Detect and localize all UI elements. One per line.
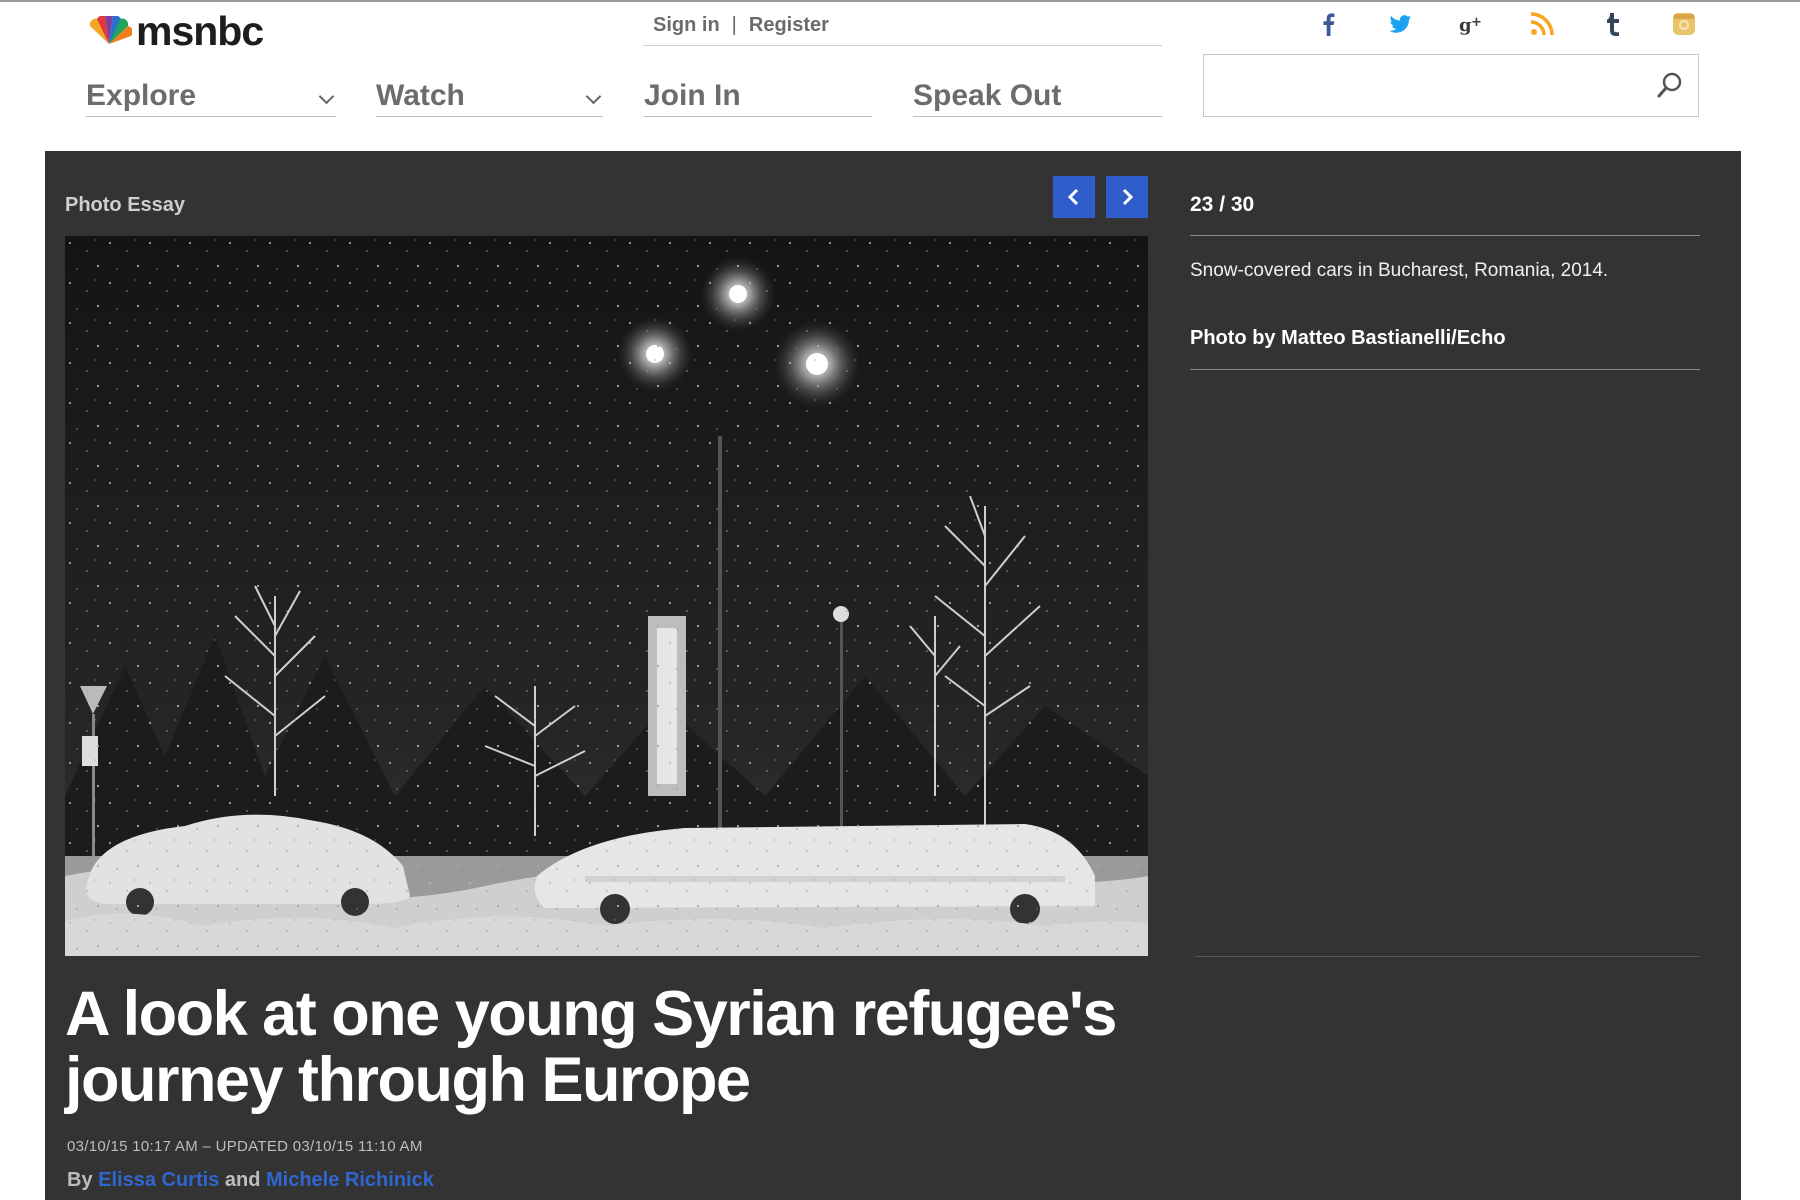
register-link[interactable]: Register bbox=[749, 14, 829, 37]
nav-watch-label: Watch bbox=[376, 79, 465, 112]
author-link[interactable]: Michele Richinick bbox=[266, 1169, 434, 1191]
nav-explore-label: Explore bbox=[86, 79, 197, 112]
photo-gallery-panel: Photo Essay 23 / 30 Snow-covered cars in… bbox=[45, 151, 1741, 1200]
sign-in-link[interactable]: Sign in bbox=[653, 14, 720, 37]
article-dateline: 03/10/15 10:17 AM – UPDATED 03/10/15 11:… bbox=[67, 1138, 423, 1155]
tumblr-icon[interactable] bbox=[1596, 6, 1630, 42]
msnbc-logo[interactable]: msnbc bbox=[86, 8, 264, 54]
nav-explore[interactable]: Explore bbox=[86, 77, 336, 117]
instagram-icon[interactable] bbox=[1667, 6, 1701, 42]
previous-photo-button[interactable] bbox=[1053, 176, 1095, 218]
divider bbox=[1195, 956, 1700, 957]
google-plus-icon[interactable]: g + bbox=[1454, 6, 1488, 42]
photo-credit: Photo by Matteo Bastianelli/Echo bbox=[1190, 327, 1506, 349]
divider bbox=[1190, 235, 1700, 236]
auth-separator: | bbox=[731, 14, 737, 36]
auth-bar: Sign in | Register bbox=[643, 14, 1162, 46]
search-input[interactable] bbox=[1216, 55, 1640, 115]
search-box bbox=[1203, 54, 1699, 117]
next-photo-button[interactable] bbox=[1106, 176, 1148, 218]
nav-watch[interactable]: Watch bbox=[376, 77, 603, 117]
peacock-icon bbox=[89, 16, 132, 44]
chevron-left-icon bbox=[1067, 188, 1079, 206]
twitter-icon[interactable] bbox=[1383, 6, 1417, 42]
divider bbox=[1190, 369, 1700, 370]
section-label: Photo Essay bbox=[65, 194, 186, 216]
nav-speak-out[interactable]: Speak Out bbox=[913, 77, 1162, 117]
svg-text:+: + bbox=[1471, 15, 1482, 30]
photo-counter: 23 / 30 bbox=[1190, 193, 1255, 216]
search-icon[interactable] bbox=[1652, 67, 1688, 103]
top-border-line bbox=[0, 0, 1800, 2]
chevron-down-icon bbox=[318, 88, 335, 105]
author-link[interactable]: Elissa Curtis bbox=[98, 1169, 219, 1191]
logo-wordmark: msnbc bbox=[136, 8, 264, 54]
facebook-icon[interactable] bbox=[1312, 6, 1346, 42]
rss-icon[interactable] bbox=[1525, 6, 1559, 42]
nav-join-in[interactable]: Join In bbox=[644, 77, 872, 117]
snowy-street-photo bbox=[65, 236, 1148, 956]
gallery-photo[interactable] bbox=[65, 236, 1148, 956]
article-headline: A look at one young Syrian refugee's jou… bbox=[65, 979, 1117, 1115]
nav-join-in-label: Join In bbox=[644, 79, 741, 112]
byline-prefix: By bbox=[67, 1169, 93, 1191]
article-byline: By Elissa Curtis and Michele Richinick bbox=[67, 1169, 434, 1192]
chevron-right-icon bbox=[1122, 188, 1134, 206]
nav-speak-out-label: Speak Out bbox=[913, 79, 1062, 112]
chevron-down-icon bbox=[585, 88, 602, 105]
byline-and: and bbox=[224, 1169, 261, 1191]
photo-caption: Snow-covered cars in Bucharest, Romania,… bbox=[1190, 260, 1609, 281]
